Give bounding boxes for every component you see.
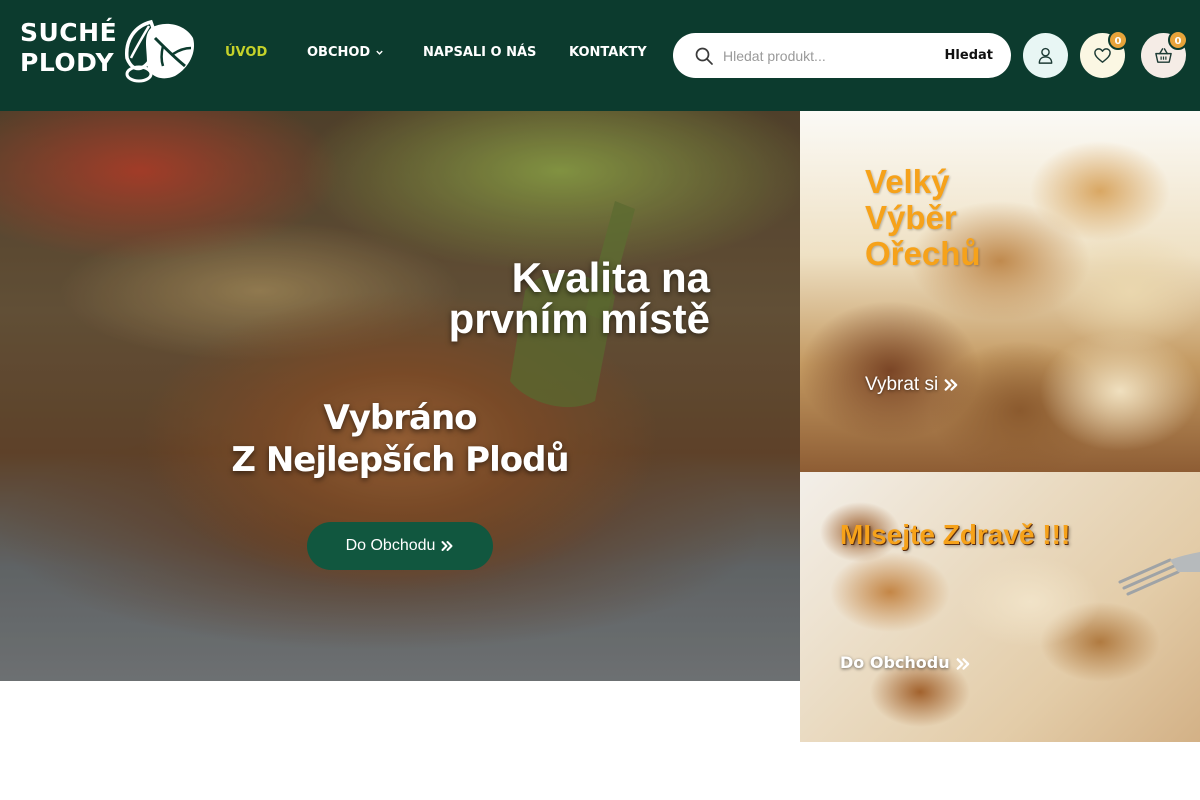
hero-banner: Kvalita na prvním místě Vybráno Z Nejlep…	[0, 111, 800, 681]
fork-image	[1118, 552, 1200, 596]
wishlist-button[interactable]: 0	[1080, 30, 1128, 78]
promo-tile-healthy-link[interactable]: Do Obchodu	[840, 652, 971, 674]
search-input[interactable]	[723, 45, 923, 67]
promo-tile-healthy-title: MIsejte Zdravě !!!	[840, 519, 1071, 550]
hero-subtitle: Vybráno Z Nejlepších Plodů	[200, 397, 600, 481]
user-icon	[1038, 47, 1053, 64]
heart-icon	[1094, 48, 1111, 63]
hero-overlay	[0, 111, 800, 681]
nav-item-napsali-o-nas[interactable]: NAPSALI O NÁS	[423, 44, 536, 62]
site-logo[interactable]: SUCHÉ PLODY	[20, 18, 196, 84]
hero-shop-button[interactable]: Do Obchodu	[307, 522, 493, 570]
nav-item-kontakty[interactable]: KONTAKTY	[569, 44, 647, 62]
nav-item-obchod-label: OBCHOD	[307, 45, 371, 60]
site-header: SUCHÉ PLODY ÚVOD OBCHOD NAPSALI O NÁS KO…	[0, 0, 1200, 111]
double-chevron-right-icon	[441, 540, 453, 551]
search-button[interactable]: Hledat	[945, 46, 993, 66]
promo-tile-nuts-title: Velký Výběr Ořechů	[865, 163, 981, 272]
nav-item-obchod[interactable]: OBCHOD	[307, 44, 384, 62]
search-bar: Hledat	[673, 33, 1011, 78]
hero-shop-button-label: Do Obchodu	[345, 537, 436, 554]
promo-tile-nuts-link[interactable]: Vybrat si	[865, 373, 959, 397]
logo-line-1: SUCHÉ	[20, 18, 118, 47]
leaf-logo-icon	[125, 19, 195, 83]
search-icon	[695, 47, 713, 65]
nav-item-uvod[interactable]: ÚVOD	[225, 44, 267, 62]
promo-tile-healthy-link-label: Do Obchodu	[840, 653, 950, 672]
account-button[interactable]	[1023, 33, 1068, 78]
wishlist-count-badge: 0	[1108, 30, 1128, 50]
cart-button[interactable]: 0	[1141, 30, 1188, 78]
promo-tile-nuts-link-label: Vybrat si	[865, 374, 939, 395]
logo-line-2: PLODY	[20, 48, 115, 77]
hero-title: Kvalita na prvním místě	[448, 254, 710, 342]
cart-count-badge: 0	[1168, 30, 1188, 50]
double-chevron-right-icon	[944, 379, 958, 391]
promo-tile-healthy[interactable]: MIsejte Zdravě !!! Do Obchodu	[800, 472, 1200, 742]
logo-text: SUCHÉ PLODY	[20, 18, 117, 78]
chevron-down-icon	[376, 50, 383, 55]
promo-tile-nuts[interactable]: Velký Výběr Ořechů Vybrat si	[800, 111, 1200, 472]
double-chevron-right-icon	[956, 657, 969, 670]
hero-subtitle-line-2: Z Nejlepších Plodů	[231, 440, 569, 480]
basket-icon	[1155, 48, 1172, 63]
hero-subtitle-line-1: Vybráno	[323, 398, 477, 438]
